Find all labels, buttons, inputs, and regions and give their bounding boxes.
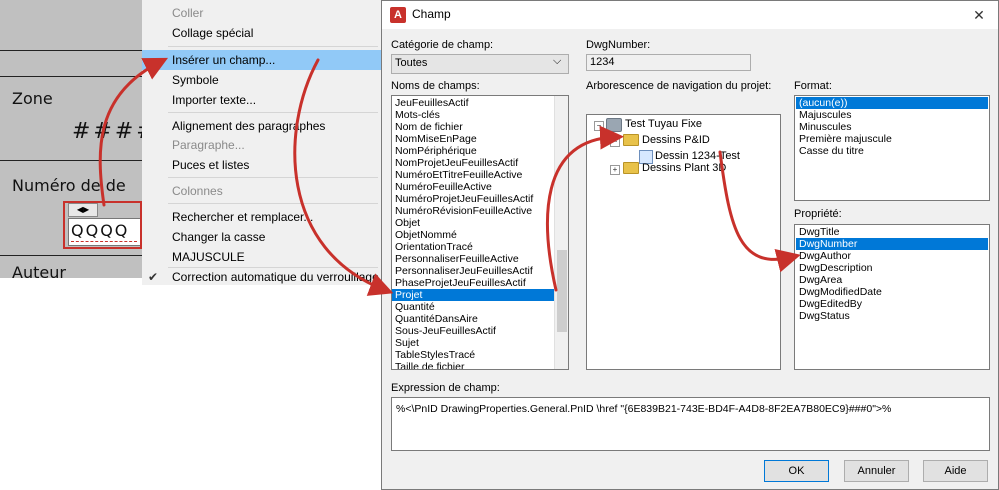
annotation-arrows [98, 57, 801, 296]
arrow-to-projet [293, 58, 394, 296]
arrow-to-dwgnumber [718, 150, 801, 273]
arrow-to-dessin-pid [545, 125, 624, 292]
arrow-to-inserer-champ [98, 57, 169, 207]
